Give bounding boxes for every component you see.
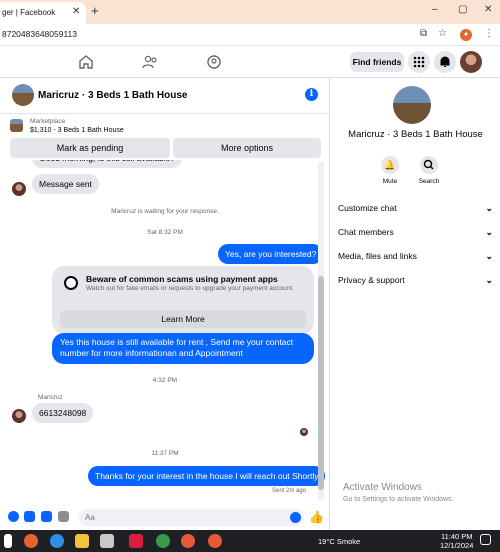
privacy-support-row[interactable]: Privacy & support ⌄ bbox=[338, 275, 493, 285]
chevron-down-icon: ⌄ bbox=[485, 275, 493, 285]
clock-time[interactable]: 11:40 PM bbox=[441, 532, 473, 541]
marketplace-listing-bar[interactable]: Marketplace $1,310 - 3 Beds 1 Bath House bbox=[0, 114, 330, 138]
install-app-icon[interactable]: ⧉ bbox=[420, 28, 427, 39]
shield-icon bbox=[64, 276, 78, 290]
groups-icon[interactable] bbox=[205, 53, 223, 71]
message-bubble-incoming: 6613248098 bbox=[32, 403, 94, 423]
timestamp: Sat 8:32 PM bbox=[147, 229, 183, 236]
row-label: Chat members bbox=[338, 227, 394, 237]
chevron-down-icon: ⌄ bbox=[485, 227, 493, 237]
chevron-down-icon: ⌄ bbox=[485, 203, 493, 213]
friends-icon[interactable] bbox=[141, 53, 159, 71]
chat-panel: Maricruz · 3 Beds 1 Bath House i Marketp… bbox=[0, 78, 330, 530]
message-list: Good morning, Is this still available? M… bbox=[0, 160, 330, 500]
chat-title[interactable]: Maricruz · 3 Beds 1 Bath House bbox=[38, 90, 187, 101]
notification-icon[interactable] bbox=[480, 534, 491, 545]
plus-icon[interactable] bbox=[8, 511, 19, 522]
find-friends-button[interactable]: Find friends bbox=[350, 52, 404, 72]
conversation-details-panel: Maricruz · 3 Beds 1 Bath House 🔔 Mute Se… bbox=[331, 78, 500, 530]
gif-icon[interactable] bbox=[58, 511, 69, 522]
maximize-button[interactable]: ▢ bbox=[458, 4, 467, 15]
thumbs-up-icon[interactable]: 👍 bbox=[309, 510, 324, 524]
waiting-status: Maricruz is waiting for your response. bbox=[111, 208, 219, 215]
sender-avatar[interactable] bbox=[12, 182, 26, 196]
app-icon[interactable] bbox=[129, 534, 143, 548]
widgets-icon[interactable] bbox=[4, 534, 12, 548]
message-bubble-outgoing: Yes, are you interested? bbox=[218, 244, 324, 264]
browser-tab-facebook[interactable]: ger | Facebook ✕ bbox=[0, 2, 86, 24]
info-icon[interactable]: i bbox=[305, 88, 318, 101]
app-icon[interactable] bbox=[24, 534, 38, 548]
sent-status: Sent 2m ago bbox=[272, 488, 307, 494]
message-input[interactable] bbox=[78, 509, 304, 526]
message-bubble-outgoing: Yes this house is still available for re… bbox=[52, 333, 314, 364]
search-label: Search bbox=[418, 178, 440, 185]
new-tab-button[interactable]: + bbox=[91, 3, 99, 18]
browser-profile-icon[interactable]: ● bbox=[460, 29, 472, 41]
file-explorer-icon[interactable] bbox=[75, 534, 89, 548]
row-label: Privacy & support bbox=[338, 275, 405, 285]
tab-close-icon[interactable]: ✕ bbox=[72, 6, 80, 17]
home-icon[interactable] bbox=[77, 53, 95, 71]
browser-tabstrip: ger | Facebook ✕ + – ▢ ✕ bbox=[0, 0, 500, 24]
chat-avatar[interactable] bbox=[12, 84, 34, 106]
message-bubble-outgoing: Thanks for your interest in the house I … bbox=[88, 466, 326, 486]
minimize-button[interactable]: – bbox=[432, 4, 438, 15]
browser-menu-icon[interactable]: ⋮ bbox=[484, 28, 494, 39]
conversation-title: Maricruz · 3 Beds 1 Bath House bbox=[348, 129, 483, 140]
message-bubble-incoming: Message sent bbox=[32, 174, 99, 194]
message-scrollbar-thumb[interactable] bbox=[318, 276, 324, 490]
app-icon[interactable] bbox=[100, 534, 114, 548]
sender-avatar[interactable] bbox=[12, 409, 26, 423]
listing-summary: $1,310 - 3 Beds 1 Bath House bbox=[30, 127, 124, 134]
scam-warning-title: Beware of common scams using payment app… bbox=[86, 274, 278, 284]
media-files-links-row[interactable]: Media, files and links ⌄ bbox=[338, 251, 493, 261]
search-icon[interactable] bbox=[420, 156, 438, 174]
more-options-button[interactable]: More options bbox=[173, 138, 321, 158]
facebook-top-nav: Find friends bbox=[0, 46, 500, 78]
timestamp: 4:32 PM bbox=[152, 377, 178, 384]
activate-windows-title: Activate Windows bbox=[343, 482, 422, 493]
bookmark-star-icon[interactable]: ☆ bbox=[438, 28, 447, 39]
close-window-button[interactable]: ✕ bbox=[484, 4, 492, 15]
emoji-icon[interactable] bbox=[290, 512, 301, 523]
scam-warning-card: Beware of common scams using payment app… bbox=[52, 266, 314, 334]
url-text[interactable]: 8720483648059113 bbox=[2, 29, 77, 39]
chrome-icon[interactable] bbox=[181, 534, 195, 548]
listing-thumbnail bbox=[10, 119, 23, 132]
tab-title: ger | Facebook bbox=[2, 8, 56, 17]
windows-taskbar: 19°C Smoke 11:40 PM 12/1/2024 bbox=[0, 530, 500, 552]
bell-icon[interactable]: 🔔 bbox=[381, 156, 399, 174]
sender-name: Maricruz bbox=[38, 394, 63, 401]
conversation-avatar[interactable] bbox=[393, 86, 431, 124]
weather-text[interactable]: 19°C Smoke bbox=[318, 537, 360, 546]
edge-icon[interactable] bbox=[50, 534, 64, 548]
chat-members-row[interactable]: Chat members ⌄ bbox=[338, 227, 493, 237]
notifications-bell-icon[interactable] bbox=[434, 51, 456, 73]
row-label: Media, files and links bbox=[338, 251, 417, 261]
clock-date[interactable]: 12/1/2024 bbox=[440, 541, 473, 550]
marketplace-label: Marketplace bbox=[30, 118, 66, 125]
photo-icon[interactable] bbox=[24, 511, 35, 522]
mark-as-pending-button[interactable]: Mark as pending bbox=[10, 138, 170, 158]
row-label: Customize chat bbox=[338, 203, 397, 213]
menu-grid-icon[interactable] bbox=[408, 51, 430, 73]
customize-chat-row[interactable]: Customize chat ⌄ bbox=[338, 203, 493, 213]
profile-avatar[interactable] bbox=[460, 51, 482, 73]
chrome-icon[interactable] bbox=[156, 534, 170, 548]
activate-windows-subtitle: Go to Settings to activate Windows. bbox=[343, 496, 454, 503]
message-composer: 👍 bbox=[0, 506, 330, 530]
sticker-icon[interactable] bbox=[41, 511, 52, 522]
message-bubble-incoming: Good morning, Is this still available? bbox=[32, 160, 183, 168]
learn-more-button[interactable]: Learn More bbox=[60, 310, 306, 328]
scam-warning-body: Watch out for fake emails or requests to… bbox=[86, 285, 294, 292]
timestamp: 11:37 PM bbox=[151, 450, 179, 457]
chat-header: Maricruz · 3 Beds 1 Bath House i bbox=[0, 78, 330, 114]
address-bar: 8720483648059113 ⧉ ☆ ● ⋮ bbox=[0, 24, 500, 46]
chrome-icon[interactable] bbox=[208, 534, 222, 548]
mute-label: Mute bbox=[382, 178, 398, 185]
read-receipt-avatar bbox=[300, 428, 308, 436]
chevron-down-icon: ⌄ bbox=[485, 251, 493, 261]
